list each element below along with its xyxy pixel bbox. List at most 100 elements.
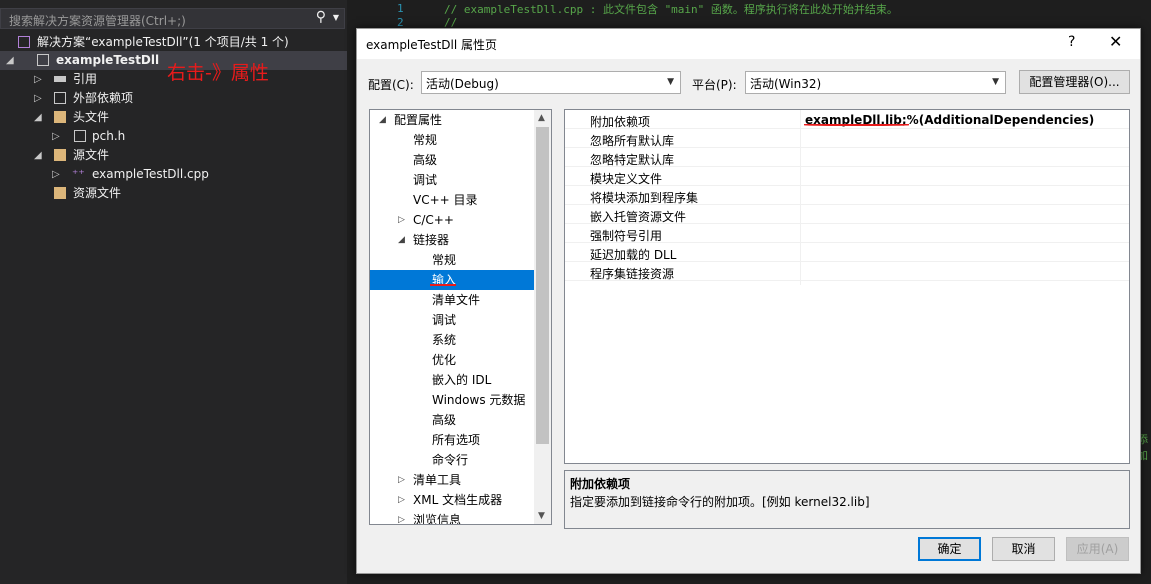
tree-item-label: 配置属性 — [394, 113, 443, 127]
tree-item-windows-metadata[interactable]: Windows 元数据 — [370, 390, 535, 410]
expanded-arrow-icon[interactable]: ◢ — [379, 110, 386, 130]
tree-item-command-line[interactable]: 命令行 — [370, 450, 535, 470]
property-row-module-def-file[interactable]: 模块定义文件 — [565, 167, 1129, 186]
tree-item-linker-advanced[interactable]: 高级 — [370, 410, 535, 430]
expanded-arrow-icon[interactable]: ◢ — [34, 108, 42, 127]
tree-item-config-properties[interactable]: ◢ 配置属性 — [370, 110, 535, 130]
tree-item-all-options[interactable]: 所有选项 — [370, 430, 535, 450]
tree-item-external-deps[interactable]: ▷ 外部依赖项 — [0, 89, 347, 108]
tree-scrollbar[interactable]: ▲ ▼ — [534, 110, 551, 524]
tree-item-optimization[interactable]: 优化 — [370, 350, 535, 370]
tree-item-xml-doc-generator[interactable]: ▷ XML 文档生成器 — [370, 490, 535, 510]
tree-item-vc-directories[interactable]: VC++ 目录 — [370, 190, 535, 210]
collapsed-arrow-icon[interactable]: ▷ — [398, 510, 405, 524]
property-name: 延迟加载的 DLL — [590, 248, 677, 262]
tree-item-browse-info[interactable]: ▷ 浏览信息 — [370, 510, 535, 525]
tree-item-label: 输入 — [432, 273, 457, 287]
config-manager-button[interactable]: 配置管理器(O)... — [1019, 70, 1130, 94]
tree-item-embedded-idl[interactable]: 嵌入的 IDL — [370, 370, 535, 390]
annotation-underline — [804, 124, 909, 126]
tree-item-general[interactable]: 常规 — [370, 130, 535, 150]
collapsed-arrow-icon[interactable]: ▷ — [52, 165, 60, 184]
scroll-up-icon[interactable]: ▲ — [538, 113, 545, 123]
tree-item-label: pch.h — [92, 129, 126, 143]
expanded-arrow-icon[interactable]: ◢ — [34, 146, 42, 165]
cpp-file-icon: ⁺⁺ — [72, 167, 85, 181]
tree-item-label: 引用 — [73, 72, 98, 86]
tree-item-label: 常规 — [432, 253, 457, 267]
collapsed-arrow-icon[interactable]: ▷ — [398, 470, 405, 490]
tree-item-label: C/C++ — [413, 213, 454, 227]
folder-icon — [54, 149, 66, 161]
column-divider[interactable] — [800, 110, 801, 285]
property-grid[interactable]: 附加依赖项 exampleDll.lib;%(AdditionalDepende… — [564, 109, 1130, 464]
property-row-add-module-to-assembly[interactable]: 将模块添加到程序集 — [565, 186, 1129, 205]
dialog-titlebar[interactable]: exampleTestDll 属性页 ? ✕ — [357, 29, 1140, 59]
close-icon[interactable]: ✕ — [1109, 32, 1122, 51]
property-row-ignore-specific-default-libs[interactable]: 忽略特定默认库 — [565, 148, 1129, 167]
platform-value: 活动(Win32) — [750, 77, 822, 91]
tree-item-label: 调试 — [413, 173, 438, 187]
property-row-ignore-all-default-libs[interactable]: 忽略所有默认库 — [565, 129, 1129, 148]
property-row-assembly-link-resource[interactable]: 程序集链接资源 — [565, 262, 1129, 281]
tree-item-label: 清单文件 — [432, 293, 481, 307]
solution-icon — [18, 36, 30, 48]
ok-button[interactable]: 确定 — [918, 537, 981, 561]
tree-item-source-files[interactable]: ◢ 源文件 — [0, 146, 347, 165]
expanded-arrow-icon[interactable]: ◢ — [398, 230, 405, 250]
search-icon[interactable]: ⚲ — [316, 9, 326, 25]
tree-item-linker-general[interactable]: 常规 — [370, 250, 535, 270]
help-icon[interactable]: ? — [1068, 34, 1075, 50]
tree-item-label: 调试 — [432, 313, 457, 327]
tree-item-system[interactable]: 系统 — [370, 330, 535, 350]
tree-item-linker-input[interactable]: 输入 — [370, 270, 535, 290]
tree-item-label: exampleTestDll — [56, 53, 160, 67]
folder-icon — [54, 187, 66, 199]
tree-item-label: Windows 元数据 — [432, 393, 526, 407]
tree-item-linker[interactable]: ◢ 链接器 — [370, 230, 535, 250]
references-icon — [54, 76, 66, 82]
annotation-underline — [430, 284, 456, 286]
collapsed-arrow-icon[interactable]: ▷ — [34, 70, 42, 89]
tree-item-label: VC++ 目录 — [413, 193, 478, 207]
chevron-down-icon[interactable]: ▼ — [333, 13, 339, 22]
tree-item-cpp-file[interactable]: ▷ ⁺⁺ exampleTestDll.cpp — [0, 165, 347, 184]
tree-item-manifest-file[interactable]: 清单文件 — [370, 290, 535, 310]
expanded-arrow-icon[interactable]: ◢ — [6, 51, 14, 70]
config-select[interactable]: 活动(Debug) ▼ — [421, 71, 681, 94]
config-property-tree[interactable]: ◢ 配置属性 常规 高级 调试 VC++ 目录 ▷ C/C++ ◢ 链接器 常规… — [369, 109, 552, 525]
property-row-embed-managed-resource[interactable]: 嵌入托管资源文件 — [565, 205, 1129, 224]
tree-item-c-cpp[interactable]: ▷ C/C++ — [370, 210, 535, 230]
collapsed-arrow-icon[interactable]: ▷ — [398, 490, 405, 510]
tree-item-linker-debugging[interactable]: 调试 — [370, 310, 535, 330]
platform-select[interactable]: 活动(Win32) ▼ — [745, 71, 1006, 94]
tree-item-manifest-tool[interactable]: ▷ 清单工具 — [370, 470, 535, 490]
collapsed-arrow-icon[interactable]: ▷ — [52, 127, 60, 146]
property-name: 附加依赖项 — [590, 115, 651, 129]
code-line: // exampleTestDll.cpp : 此文件包含 "main" 函数。… — [444, 3, 898, 16]
solution-explorer-search[interactable]: 搜索解决方案资源管理器(Ctrl+;) ⚲ ▼ — [0, 8, 345, 29]
tree-item-header-files[interactable]: ◢ 头文件 — [0, 108, 347, 127]
collapsed-arrow-icon[interactable]: ▷ — [398, 210, 405, 230]
property-row-delay-loaded-dlls[interactable]: 延迟加载的 DLL — [565, 243, 1129, 262]
tree-item-solution[interactable]: 解决方案“exampleTestDll”(1 个项目/共 1 个) — [0, 33, 347, 52]
tree-item-label: 常规 — [413, 133, 438, 147]
tree-item-pch-h[interactable]: ▷ pch.h — [0, 127, 347, 146]
property-row-additional-deps[interactable]: 附加依赖项 exampleDll.lib;%(AdditionalDepende… — [565, 110, 1129, 129]
tree-item-references[interactable]: ▷ 引用 — [0, 70, 347, 89]
tree-item-label: 资源文件 — [73, 186, 122, 200]
cancel-button[interactable]: 取消 — [992, 537, 1055, 561]
tree-item-debugging[interactable]: 调试 — [370, 170, 535, 190]
property-name: 强制符号引用 — [590, 229, 663, 243]
apply-button[interactable]: 应用(A) — [1066, 537, 1129, 561]
tree-item-label: 嵌入的 IDL — [432, 373, 492, 387]
scroll-down-icon[interactable]: ▼ — [538, 511, 545, 521]
project-icon — [37, 54, 49, 66]
collapsed-arrow-icon[interactable]: ▷ — [34, 89, 42, 108]
property-row-force-symbol-refs[interactable]: 强制符号引用 — [565, 224, 1129, 243]
tree-item-label: 浏览信息 — [413, 513, 462, 525]
tree-item-resource-files[interactable]: 资源文件 — [0, 184, 347, 203]
scrollbar-thumb[interactable] — [536, 127, 549, 444]
tree-item-advanced[interactable]: 高级 — [370, 150, 535, 170]
property-name: 程序集链接资源 — [590, 267, 675, 281]
